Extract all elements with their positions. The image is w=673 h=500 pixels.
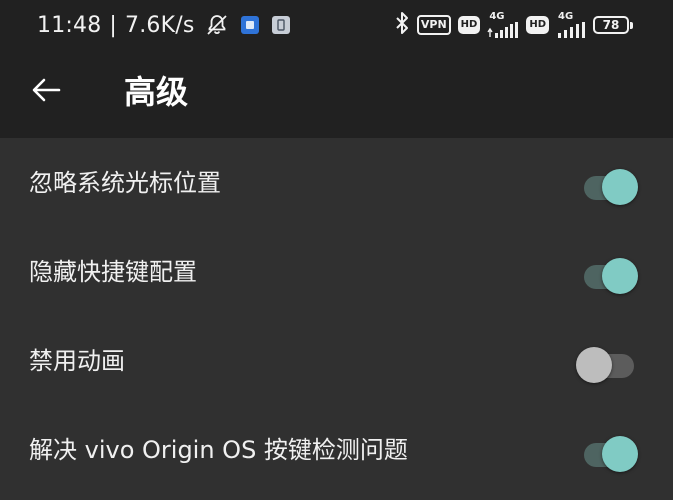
battery-tip — [630, 21, 633, 29]
status-right: VPN HD 4G HD 4G 78 — [394, 11, 633, 39]
vpn-badge: VPN — [416, 15, 451, 35]
status-separator: | — [109, 12, 118, 38]
bluetooth-icon — [394, 11, 410, 39]
signal-strength-icon-2: 4G — [556, 12, 586, 38]
toggle-switch[interactable] — [576, 344, 640, 383]
app-header: 11:48 | 7.6K/s VPN HD 4G HD 4G 78 高级 — [0, 0, 673, 138]
switch-thumb — [602, 169, 638, 205]
toggle-switch[interactable] — [582, 166, 640, 205]
clock: 11:48 — [37, 12, 102, 38]
page-title: 高级 — [124, 73, 189, 111]
signal-strength-icon-1: 4G — [487, 12, 519, 38]
status-left: 11:48 | 7.6K/s — [37, 11, 303, 39]
switch-thumb — [602, 258, 638, 294]
setting-row-disable-animation[interactable]: 禁用动画 — [0, 316, 673, 405]
setting-label: 忽略系统光标位置 — [29, 169, 221, 197]
hd-badge-2: HD — [526, 16, 549, 34]
phone-notification-icon — [271, 16, 290, 34]
setting-row-fix-vivo-key-detection[interactable]: 解决 vivo Origin OS 按键检测问题 — [0, 405, 673, 494]
hd-badge: HD — [457, 16, 481, 34]
setting-row-ignore-cursor-position[interactable]: 忽略系统光标位置 — [0, 138, 673, 227]
setting-label: 隐藏快捷键配置 — [29, 258, 197, 286]
setting-label: 解决 vivo Origin OS 按键检测问题 — [29, 436, 408, 464]
network-type-1: 4G — [489, 11, 505, 22]
back-arrow-icon[interactable] — [24, 68, 68, 112]
app-notification-icon — [240, 16, 259, 34]
switch-thumb — [602, 436, 638, 472]
switch-thumb — [576, 347, 612, 383]
settings-list: 忽略系统光标位置 隐藏快捷键配置 禁用动画 解决 vivo Origin OS … — [0, 138, 673, 494]
battery-level: 78 — [593, 16, 629, 34]
status-bar: 11:48 | 7.6K/s VPN HD 4G HD 4G 78 — [0, 0, 673, 48]
battery-icon: 78 — [593, 16, 633, 34]
network-speed: 7.6K/s — [125, 12, 195, 38]
setting-label: 禁用动画 — [29, 347, 125, 375]
toggle-switch[interactable] — [582, 255, 640, 294]
toolbar: 高级 — [0, 48, 673, 138]
setting-row-hide-shortcut-config[interactable]: 隐藏快捷键配置 — [0, 227, 673, 316]
bell-off-icon — [205, 13, 229, 37]
toggle-switch[interactable] — [582, 433, 640, 472]
network-type-2: 4G — [558, 11, 574, 22]
